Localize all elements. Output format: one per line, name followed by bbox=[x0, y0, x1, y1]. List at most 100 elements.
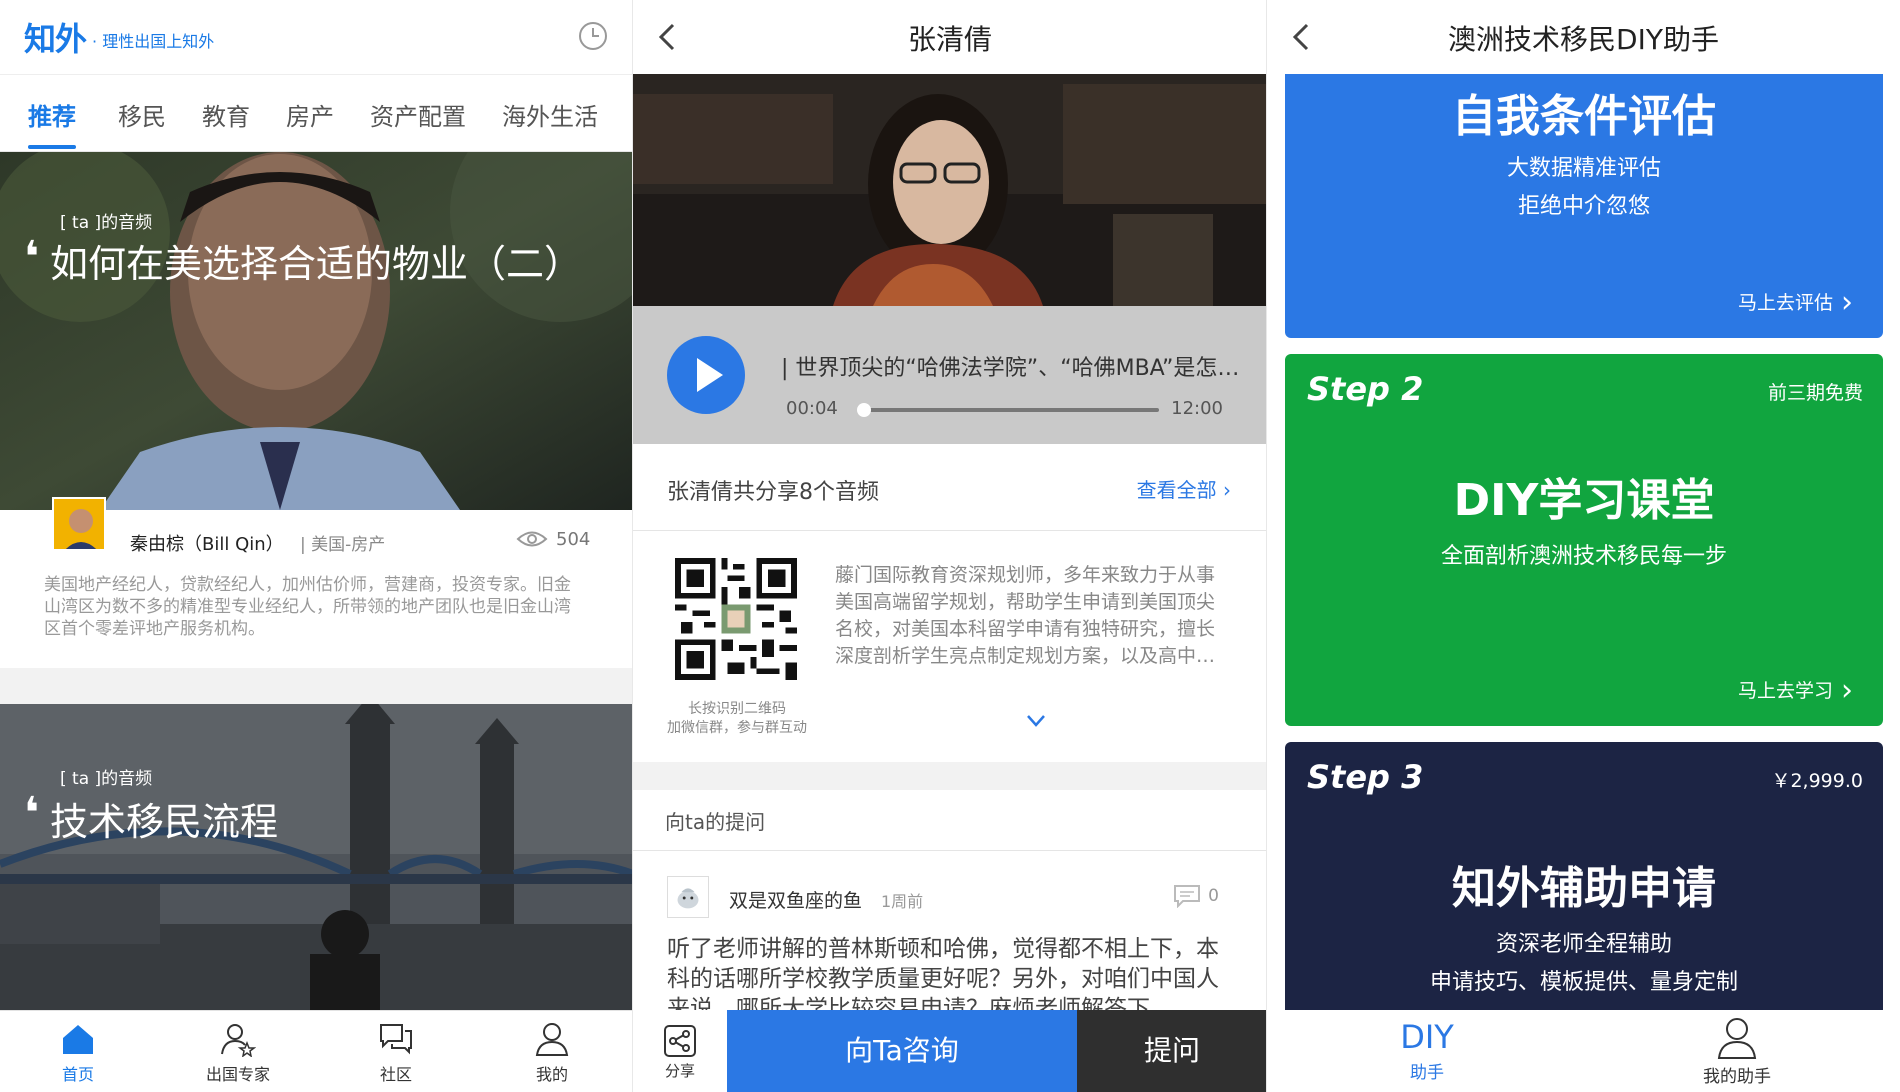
audio-tag: [ ta ]的音频 bbox=[60, 213, 153, 233]
divider bbox=[633, 530, 1267, 531]
audio-player: | 世界顶尖的“哈佛法学院”、“哈佛MBA”是怎样的？ 00:04 12:00 bbox=[633, 306, 1267, 444]
share-icon bbox=[664, 1025, 696, 1057]
tower-bridge-photo bbox=[0, 704, 633, 1010]
back-chevron-icon[interactable] bbox=[1289, 22, 1315, 52]
tab-asset-allocation[interactable]: 资产配置 bbox=[370, 97, 466, 132]
learn-now-link[interactable]: 马上去学习 bbox=[1738, 670, 1853, 705]
share-button[interactable]: 分享 bbox=[633, 1010, 727, 1092]
author-description: 美国地产经纪人，贷款经纪人，加州估价师，营建商，投资专家。旧金山湾区为数不多的精… bbox=[44, 575, 571, 639]
free-badge: 前三期免费 bbox=[1767, 382, 1863, 404]
quote-icon: ❛ bbox=[24, 232, 40, 283]
audio-card-image[interactable]: [ ta ]的音频 ❛ 技术移民流程 bbox=[0, 704, 633, 1010]
category-tabs: 推荐 移民 教育 房产 资产配置 海外生活 bbox=[0, 74, 633, 152]
divider bbox=[633, 850, 1267, 851]
nav-home[interactable]: 首页 bbox=[18, 1021, 138, 1085]
step-label: Step 2 bbox=[1307, 370, 1424, 408]
price-badge: ￥2,999.0 bbox=[1771, 770, 1863, 792]
profile-nav-bar: 张清倩 bbox=[633, 0, 1267, 74]
app-logo: 知外 bbox=[24, 20, 87, 58]
step3-assisted-application-card[interactable]: Step 3 ￥2,999.0 知外辅助申请 资深老师全程辅助 申请技巧、模板提… bbox=[1285, 742, 1883, 1022]
card-separator bbox=[0, 668, 633, 704]
page-title: 澳洲技术移民DIY助手 bbox=[1448, 23, 1719, 56]
nav-label: 出国专家 bbox=[205, 1065, 270, 1084]
nav-experts[interactable]: 出国专家 bbox=[178, 1021, 298, 1085]
audio-title: 技术移民流程 bbox=[50, 800, 279, 844]
back-chevron-icon[interactable] bbox=[655, 22, 681, 52]
author-avatar[interactable] bbox=[52, 497, 106, 551]
track-title: | 世界顶尖的“哈佛法学院”、“哈佛MBA”是怎样的？ bbox=[781, 356, 1253, 381]
profile-action-bar: 分享 向Ta咨询 提问 bbox=[633, 1010, 1267, 1092]
nav-me[interactable]: 我的 bbox=[492, 1021, 612, 1085]
author-field: | 美国-房产 bbox=[300, 535, 386, 555]
nav-my-label: 我的助手 bbox=[1703, 1067, 1771, 1087]
tab-education[interactable]: 教育 bbox=[202, 97, 250, 132]
step1-assessment-card[interactable]: 自我条件评估 大数据精准评估 拒绝中介忽悠 马上去评估 bbox=[1285, 74, 1883, 338]
home-icon bbox=[63, 1025, 93, 1054]
speaker-photo bbox=[0, 152, 633, 510]
nav-diy-label: DIY bbox=[1400, 1018, 1454, 1056]
step2-course-card[interactable]: Step 2 前三期免费 DIY学习课堂 全面剖析澳洲技术移民每一步 马上去学习 bbox=[1285, 354, 1883, 726]
assess-now-link[interactable]: 马上去评估 bbox=[1738, 282, 1853, 317]
ask-question-button[interactable]: 提问 bbox=[1077, 1010, 1267, 1092]
audio-tag: [ ta ]的音频 bbox=[60, 769, 153, 789]
see-all-link[interactable]: 查看全部 › bbox=[1137, 474, 1231, 503]
comment-icon[interactable] bbox=[1173, 884, 1201, 908]
nav-community[interactable]: 社区 bbox=[336, 1021, 456, 1085]
tab-real-estate[interactable]: 房产 bbox=[286, 97, 334, 132]
host-photo bbox=[633, 74, 1267, 306]
step2-heading: DIY学习课堂 bbox=[1453, 475, 1715, 526]
step1-subtitle: 大数据精准评估 bbox=[1506, 156, 1661, 181]
total-time: 12:00 bbox=[1171, 398, 1223, 419]
share-label: 分享 bbox=[664, 1062, 695, 1080]
nav-my-assistant[interactable]: 我的助手 bbox=[1667, 1016, 1807, 1087]
progress-slider[interactable] bbox=[856, 403, 1159, 417]
step3-heading: 知外辅助申请 bbox=[1452, 863, 1716, 914]
app-slogan: · 理性出国上知外 bbox=[92, 32, 215, 51]
step1-subtitle: 拒绝中介忽悠 bbox=[1517, 194, 1650, 219]
tab-recommend[interactable]: 推荐 bbox=[28, 97, 76, 132]
play-button[interactable] bbox=[667, 336, 745, 414]
tab-immigration[interactable]: 移民 bbox=[118, 97, 166, 132]
diy-bottom-navigation: DIY 助手 我的助手 bbox=[1267, 1010, 1900, 1092]
diy-nav-bar: 澳洲技术移民DIY助手 bbox=[1267, 0, 1900, 74]
progress-handle[interactable] bbox=[856, 403, 871, 417]
audio-card-image[interactable]: [ ta ]的音频 ❛ 如何在美选择合适的物业（二） bbox=[0, 152, 633, 510]
nav-diy-assistant[interactable]: DIY 助手 bbox=[1347, 1018, 1507, 1083]
question-text[interactable]: 听了老师讲解的普林斯顿和哈佛，觉得都不相上下，本科的话哪所学校教学质量更好呢？另… bbox=[667, 934, 1237, 1010]
eye-icon bbox=[516, 531, 548, 547]
user-icon bbox=[535, 1023, 569, 1056]
bottom-navigation: 首页 出国专家 社区 我的 bbox=[0, 1010, 633, 1092]
home-screen: 知外 · 理性出国上知外 推荐 移民 教育 房产 资产配置 海外生活 [ta … bbox=[0, 0, 633, 1092]
tab-overseas-life[interactable]: 海外生活 bbox=[502, 97, 598, 132]
history-clock-icon[interactable] bbox=[577, 20, 609, 52]
comment-count: 0 bbox=[1208, 886, 1219, 906]
share-count: 张清倩共分享8个音频 bbox=[667, 480, 879, 505]
nav-label: 社区 bbox=[379, 1065, 412, 1084]
asker-avatar[interactable] bbox=[667, 876, 709, 918]
qr-code[interactable] bbox=[675, 558, 797, 680]
page-title: 张清倩 bbox=[907, 23, 992, 56]
step3-subtitle: 资深老师全程辅助 bbox=[1495, 932, 1672, 957]
author-name[interactable]: 秦由棕（Bill Qin） bbox=[130, 530, 284, 556]
nav-diy-sublabel: 助手 bbox=[1410, 1063, 1444, 1083]
host-bio: 藤门国际教育资深规划师，多年来致力于从事美国高端留学规划，帮助学生申请到美国顶尖… bbox=[835, 564, 1216, 667]
current-time: 00:04 bbox=[786, 398, 838, 419]
profile-screen: 张清倩 | 世界顶尖的“哈佛法学院”、“哈佛MBA”是怎样的？ 00:04 12… bbox=[633, 0, 1267, 1092]
section-separator bbox=[633, 762, 1267, 790]
qr-caption: 长按识别二维码 加微信群，参与群互动 bbox=[667, 701, 807, 736]
step2-subtitle: 全面剖析澳洲技术移民每一步 bbox=[1440, 544, 1727, 569]
quote-icon: ❛ bbox=[24, 788, 40, 839]
step1-heading: 自我条件评估 bbox=[1452, 91, 1716, 142]
community-chat-icon bbox=[380, 1024, 412, 1055]
asker-name: 双是双鱼座的鱼 bbox=[729, 890, 863, 912]
audio-title: 如何在美选择合适的物业（二） bbox=[50, 242, 583, 286]
home-header: 知外 · 理性出国上知外 bbox=[0, 0, 633, 74]
nav-label: 我的 bbox=[535, 1065, 568, 1084]
consult-button[interactable]: 向Ta咨询 bbox=[727, 1010, 1077, 1092]
view-count: 504 bbox=[556, 529, 591, 550]
nav-label: 首页 bbox=[61, 1065, 94, 1084]
user-icon bbox=[1717, 1018, 1757, 1059]
qa-heading: 向ta的提问 bbox=[665, 810, 766, 834]
expand-chevron-icon[interactable] bbox=[1026, 714, 1046, 728]
active-tab-indicator bbox=[28, 145, 76, 149]
